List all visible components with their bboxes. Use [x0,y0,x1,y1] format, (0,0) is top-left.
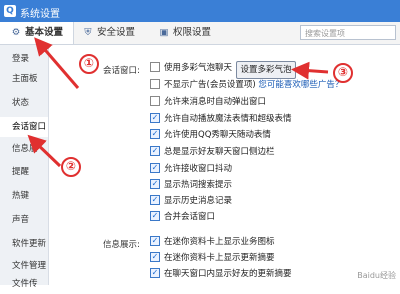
annotation-3: ③ [333,63,353,83]
arrow-3 [291,61,329,80]
annotation-arrows [27,37,329,168]
watermark: Baidu经验 [357,271,396,280]
annotation-2: ② [61,157,81,177]
annotation-1: ① [79,54,99,74]
arrow-2 [27,134,62,168]
arrow-1 [34,37,80,89]
